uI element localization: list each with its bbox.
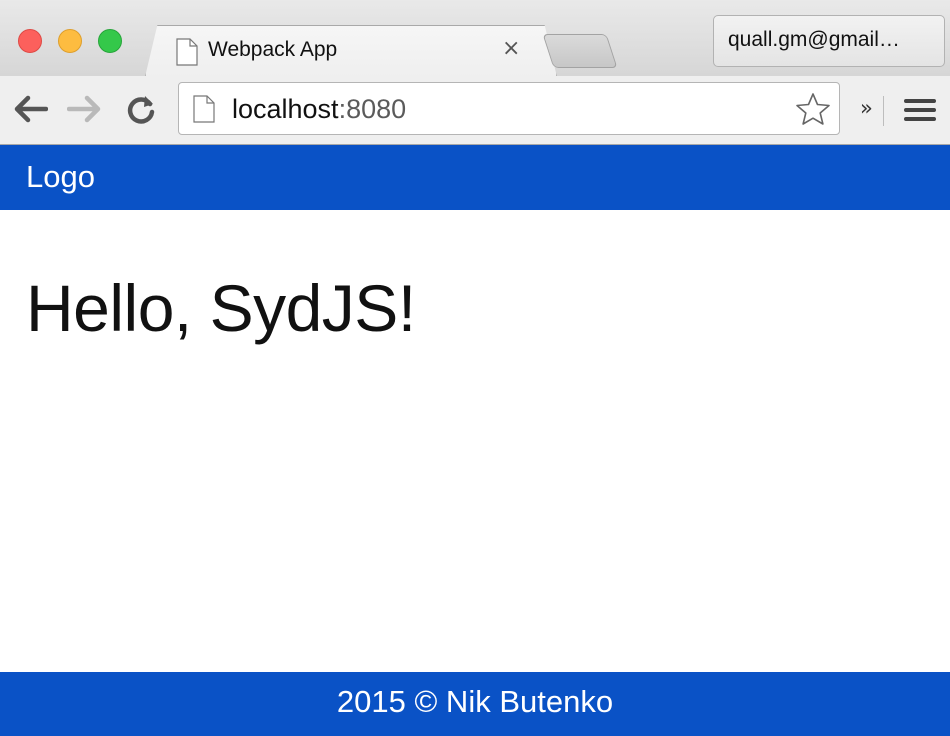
browser-toolbar: localhost:8080 »: [0, 76, 950, 145]
new-tab-button[interactable]: [542, 34, 618, 68]
url-text: localhost:8080: [232, 94, 406, 125]
reload-icon[interactable]: [125, 94, 157, 131]
footer-copyright: 2015 © Nik Butenko: [336, 684, 614, 719]
close-icon[interactable]: ×: [502, 36, 520, 61]
forward-icon[interactable]: [66, 94, 103, 129]
url-port: :8080: [338, 94, 407, 124]
back-icon[interactable]: [12, 94, 49, 129]
minimize-window-button[interactable]: [58, 29, 82, 53]
browser-titlebar: Webpack App × quall.gm@gmail…: [0, 0, 950, 77]
url-host: localhost: [232, 94, 339, 124]
app-header: Logo: [0, 145, 950, 210]
zoom-window-button[interactable]: [98, 29, 122, 53]
document-icon: [193, 95, 215, 128]
menu-icon[interactable]: [904, 98, 936, 129]
document-icon: [176, 38, 198, 71]
page-title: Hello, SydJS!: [26, 271, 416, 345]
app-footer: 2015 © Nik Butenko: [0, 672, 950, 736]
tab-webpack-app[interactable]: Webpack App ×: [145, 25, 557, 77]
extensions-overflow-button[interactable]: »: [860, 96, 873, 120]
main-content: Hello, SydJS!: [0, 210, 950, 672]
star-icon[interactable]: [795, 92, 831, 131]
toolbar-divider: [883, 96, 884, 126]
close-window-button[interactable]: [18, 29, 42, 53]
tab-title: Webpack App: [208, 38, 338, 61]
logo[interactable]: Logo: [26, 159, 95, 195]
profile-button[interactable]: quall.gm@gmail…: [713, 15, 945, 67]
address-bar[interactable]: localhost:8080: [178, 82, 840, 135]
